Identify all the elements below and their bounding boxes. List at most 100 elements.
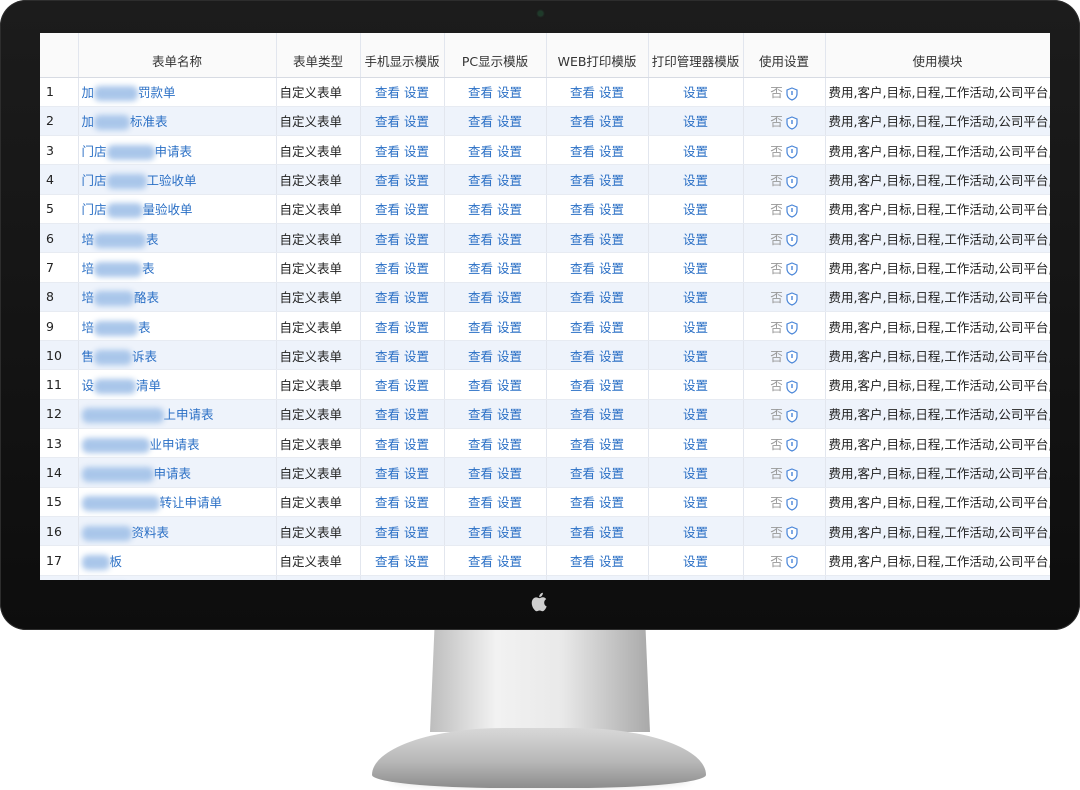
shield-icon[interactable] bbox=[786, 86, 798, 101]
form-name-suffix[interactable]: 资料表 bbox=[132, 525, 170, 540]
form-name-cell[interactable]: 加 标准表 bbox=[78, 106, 277, 137]
settings-link[interactable]: 设置 bbox=[404, 232, 429, 247]
settings-link[interactable]: 设置 bbox=[683, 407, 708, 422]
settings-link[interactable]: 设置 bbox=[497, 495, 522, 510]
shield-icon[interactable] bbox=[786, 379, 798, 394]
settings-link[interactable]: 设置 bbox=[599, 173, 624, 188]
settings-link[interactable]: 设置 bbox=[404, 144, 429, 159]
settings-link[interactable]: 设置 bbox=[599, 232, 624, 247]
view-link[interactable]: 查看 bbox=[570, 232, 595, 247]
form-name-suffix[interactable]: 标准表 bbox=[130, 114, 168, 129]
view-link[interactable]: 查看 bbox=[375, 320, 400, 335]
shield-icon[interactable] bbox=[786, 497, 798, 511]
settings-link[interactable]: 设置 bbox=[404, 554, 429, 569]
form-name-link[interactable]: 加 标准表 bbox=[82, 114, 168, 131]
view-link[interactable]: 查看 bbox=[468, 349, 493, 364]
form-name-cell[interactable]: 板 bbox=[78, 545, 277, 576]
form-name-prefix[interactable]: 加 bbox=[82, 114, 95, 129]
form-name-link[interactable]: 上申请表 bbox=[81, 407, 214, 424]
view-link[interactable]: 查看 bbox=[570, 261, 595, 276]
settings-link[interactable]: 设置 bbox=[599, 525, 624, 540]
settings-link[interactable]: 设置 bbox=[683, 437, 708, 452]
form-name-link[interactable]: 培表 bbox=[82, 261, 155, 277]
view-link[interactable]: 查看 bbox=[375, 232, 400, 247]
form-name-prefix[interactable]: 培 bbox=[82, 320, 95, 335]
form-name-suffix[interactable]: 申请表 bbox=[155, 144, 193, 159]
form-name-suffix[interactable]: 申请表 bbox=[154, 466, 192, 481]
settings-link[interactable]: 设置 bbox=[404, 349, 429, 364]
view-link[interactable]: 查看 bbox=[570, 173, 595, 188]
form-name-link[interactable]: 资料表 bbox=[81, 525, 170, 541]
settings-link[interactable]: 设置 bbox=[683, 261, 708, 276]
settings-link[interactable]: 设置 bbox=[404, 173, 429, 188]
form-name-link[interactable]: 培表 bbox=[82, 232, 159, 248]
settings-link[interactable]: 设置 bbox=[683, 320, 708, 335]
form-name-cell[interactable]: 资料表 bbox=[78, 516, 277, 547]
form-name-cell[interactable]: 设 清单 bbox=[78, 369, 277, 400]
shield-icon[interactable] bbox=[786, 262, 798, 277]
form-name-cell[interactable]: 上申请表 bbox=[78, 399, 277, 430]
shield-icon[interactable] bbox=[786, 116, 798, 130]
form-name-prefix[interactable]: 门店 bbox=[82, 173, 107, 188]
view-link[interactable]: 查看 bbox=[570, 290, 595, 305]
form-name-suffix[interactable]: 业申请表 bbox=[150, 437, 200, 452]
settings-link[interactable]: 设置 bbox=[404, 407, 429, 422]
view-link[interactable]: 查看 bbox=[570, 320, 595, 335]
form-name-link[interactable]: 转让申请单 bbox=[81, 495, 222, 512]
form-name-link[interactable]: 培 酪表 bbox=[82, 290, 159, 307]
view-link[interactable]: 查看 bbox=[375, 554, 400, 569]
settings-link[interactable]: 设置 bbox=[404, 466, 429, 481]
view-link[interactable]: 查看 bbox=[468, 202, 493, 217]
settings-link[interactable]: 设置 bbox=[404, 85, 429, 100]
view-link[interactable]: 查看 bbox=[468, 466, 493, 481]
form-name-suffix[interactable]: 工验收单 bbox=[147, 173, 197, 188]
view-link[interactable]: 查看 bbox=[468, 437, 493, 452]
form-name-cell[interactable]: 加 罚款单 bbox=[78, 77, 277, 107]
form-name-link[interactable]: 门店 申请表 bbox=[82, 144, 193, 160]
view-link[interactable]: 查看 bbox=[375, 85, 400, 100]
view-link[interactable]: 查看 bbox=[375, 349, 400, 364]
settings-link[interactable]: 设置 bbox=[497, 202, 522, 217]
form-name-cell[interactable]: 培表 bbox=[78, 223, 277, 254]
settings-link[interactable]: 设置 bbox=[683, 114, 708, 129]
settings-link[interactable]: 设置 bbox=[497, 261, 522, 276]
shield-icon[interactable] bbox=[786, 204, 798, 218]
view-link[interactable]: 查看 bbox=[570, 202, 595, 217]
view-link[interactable]: 查看 bbox=[375, 202, 400, 217]
form-name-cell[interactable]: 培 酪表 bbox=[78, 282, 277, 312]
settings-link[interactable]: 设置 bbox=[497, 173, 522, 188]
view-link[interactable]: 查看 bbox=[570, 349, 595, 364]
form-name-suffix[interactable]: 上申请表 bbox=[164, 407, 214, 422]
view-link[interactable]: 查看 bbox=[375, 495, 400, 510]
form-name-link[interactable]: 门店 量验收单 bbox=[82, 202, 193, 219]
settings-link[interactable]: 设置 bbox=[683, 349, 708, 364]
settings-link[interactable]: 设置 bbox=[683, 85, 708, 100]
settings-link[interactable]: 设置 bbox=[683, 466, 708, 481]
view-link[interactable]: 查看 bbox=[570, 525, 595, 540]
form-name-link[interactable]: 业申请表 bbox=[81, 437, 200, 453]
settings-link[interactable]: 设置 bbox=[683, 232, 708, 247]
settings-link[interactable]: 设置 bbox=[404, 202, 429, 217]
view-link[interactable]: 查看 bbox=[570, 495, 595, 510]
form-name-cell[interactable]: 表 bbox=[78, 575, 277, 580]
settings-link[interactable]: 设置 bbox=[599, 290, 624, 305]
view-link[interactable]: 查看 bbox=[570, 466, 595, 481]
view-link[interactable]: 查看 bbox=[468, 290, 493, 305]
form-name-suffix[interactable]: 量验收单 bbox=[143, 202, 193, 217]
settings-link[interactable]: 设置 bbox=[404, 290, 429, 305]
view-link[interactable]: 查看 bbox=[375, 466, 400, 481]
view-link[interactable]: 查看 bbox=[375, 525, 400, 540]
settings-link[interactable]: 设置 bbox=[404, 525, 429, 540]
view-link[interactable]: 查看 bbox=[375, 437, 400, 452]
settings-link[interactable]: 设置 bbox=[599, 114, 624, 129]
settings-link[interactable]: 设置 bbox=[497, 144, 522, 159]
settings-link[interactable]: 设置 bbox=[599, 378, 624, 393]
form-name-prefix[interactable]: 培 bbox=[82, 232, 95, 247]
settings-link[interactable]: 设置 bbox=[683, 290, 708, 305]
settings-link[interactable]: 设置 bbox=[599, 320, 624, 335]
settings-link[interactable]: 设置 bbox=[599, 495, 624, 510]
settings-link[interactable]: 设置 bbox=[497, 407, 522, 422]
view-link[interactable]: 查看 bbox=[375, 378, 400, 393]
settings-link[interactable]: 设置 bbox=[599, 437, 624, 452]
form-name-prefix[interactable]: 加 bbox=[82, 85, 95, 100]
